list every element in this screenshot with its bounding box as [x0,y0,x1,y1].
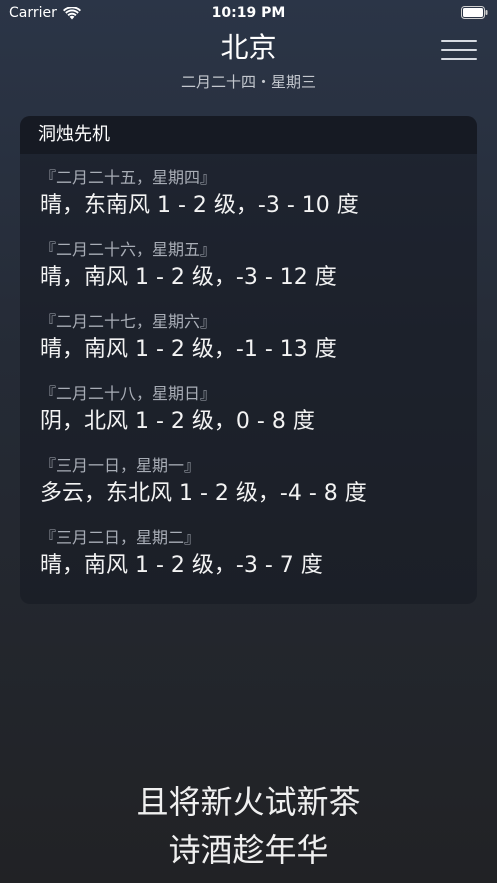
poem: 且将新火试新茶 诗酒趁年华 [0,778,497,874]
hamburger-menu-icon[interactable] [441,38,477,62]
forecast-description: 晴，南风 1 - 2 级，-3 - 12 度 [40,265,337,290]
forecast-date: 『二月二十八，星期日』 [40,384,217,403]
forecast-date: 『二月二十五，星期四』 [40,168,217,187]
forecast-item: 『二月二十七，星期六』 晴，南风 1 - 2 级，-1 - 13 度 [40,306,477,378]
poem-line-2: 诗酒趁年华 [168,831,329,869]
forecast-item: 『二月二十五，星期四』 晴，东南风 1 - 2 级，-3 - 10 度 [40,162,477,234]
lunar-date-subtitle: 二月二十四・星期三 [180,73,316,91]
forecast-description: 晴，南风 1 - 2 级，-3 - 7 度 [40,553,323,578]
forecast-date: 『二月二十七，星期六』 [40,312,217,331]
menu-line [441,40,477,42]
forecast-date: 『三月二日，星期二』 [40,528,201,547]
forecast-item: 『二月二十六，星期五』 晴，南风 1 - 2 级，-3 - 12 度 [40,234,477,306]
forecast-description: 多云，东北风 1 - 2 级，-4 - 8 度 [40,481,367,506]
forecast-card-title: 洞烛先机 [20,116,477,154]
forecast-card: 洞烛先机 『二月二十五，星期四』 晴，东南风 1 - 2 级，-3 - 10 度… [20,116,477,604]
forecast-description: 晴，东南风 1 - 2 级，-3 - 10 度 [40,193,359,218]
forecast-list: 『二月二十五，星期四』 晴，东南风 1 - 2 级，-3 - 10 度 『二月二… [20,154,477,594]
forecast-description: 晴，南风 1 - 2 级，-1 - 13 度 [40,337,337,362]
forecast-date: 『二月二十六，星期五』 [40,240,217,259]
forecast-item: 『二月二十八，星期日』 阴，北风 1 - 2 级，0 - 8 度 [40,378,477,450]
status-time: 10:19 PM [211,5,286,21]
poem-line-1: 且将新火试新茶 [136,783,361,821]
forecast-item: 『三月一日，星期一』 多云，东北风 1 - 2 级，-4 - 8 度 [40,450,477,522]
forecast-item: 『三月二日，星期二』 晴，南风 1 - 2 级，-3 - 7 度 [40,522,477,594]
city-title: 北京 [220,31,277,64]
menu-line [441,58,477,60]
status-bar: Carrier 10:19 PM [0,0,497,26]
battery-icon [461,6,488,19]
forecast-description: 阴，北风 1 - 2 级，0 - 8 度 [40,409,315,434]
forecast-date: 『三月一日，星期一』 [40,456,201,475]
menu-line [441,49,477,51]
